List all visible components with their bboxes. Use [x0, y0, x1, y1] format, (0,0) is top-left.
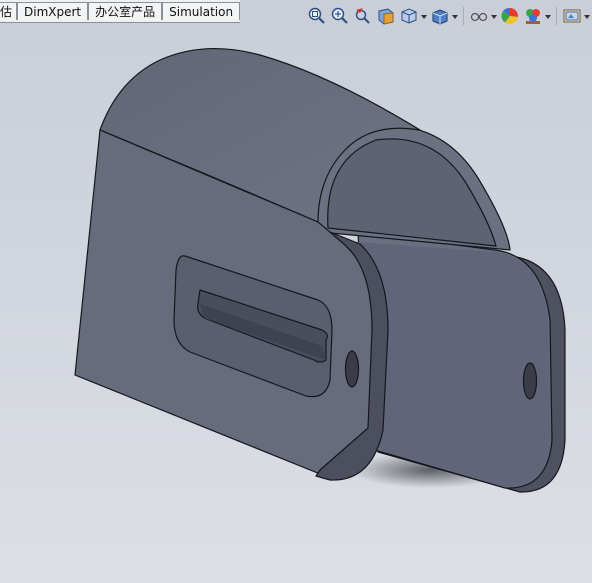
- boss-inner-face: [327, 138, 497, 247]
- apply-scene-button[interactable]: [523, 6, 551, 26]
- chevron-down-icon: [452, 15, 458, 19]
- hide-show-items-button[interactable]: [469, 6, 497, 26]
- section-view-button[interactable]: [376, 6, 396, 26]
- display-style-button[interactable]: [430, 6, 458, 26]
- chevron-down-icon: [491, 15, 497, 19]
- edit-appearance-button[interactable]: [500, 6, 520, 26]
- previous-view-icon: [355, 8, 370, 24]
- chevron-down-icon: [421, 15, 427, 19]
- part-model[interactable]: [74, 47, 566, 493]
- tab-simulation[interactable]: Simulation: [162, 2, 241, 20]
- apply-scene-icon: [526, 9, 540, 24]
- chevron-down-icon: [545, 15, 551, 19]
- zoom-to-area-button[interactable]: [330, 6, 350, 26]
- tab-dimxpert[interactable]: DimXpert: [17, 2, 89, 20]
- zoom-to-area-icon: [331, 7, 348, 24]
- heads-up-view-toolbar: [307, 4, 590, 28]
- graphics-viewport[interactable]: [0, 0, 592, 583]
- tab-evaluate[interactable]: 估: [0, 2, 18, 20]
- toolbar-separator: [463, 7, 464, 25]
- zoom-to-fit-button[interactable]: [307, 6, 327, 26]
- view-settings-button[interactable]: [562, 6, 590, 26]
- previous-view-button[interactable]: [353, 6, 373, 26]
- rear-flange-hole: [522, 362, 538, 400]
- tab-office-products[interactable]: 办公室产品: [88, 2, 163, 20]
- command-manager-tabs: 估 DimXpert 办公室产品 Simulation: [0, 0, 241, 23]
- display-style-icon: [432, 9, 448, 25]
- hide-show-items-icon: [470, 12, 488, 22]
- view-orientation-button[interactable]: [399, 6, 427, 26]
- view-orientation-icon: [401, 8, 417, 24]
- edit-appearance-icon: [501, 7, 518, 25]
- section-view-icon: [378, 8, 394, 25]
- chevron-down-icon: [584, 15, 590, 19]
- zoom-to-fit-icon: [308, 7, 325, 24]
- toolbar-separator: [556, 7, 557, 25]
- front-flange-hole: [344, 350, 360, 388]
- view-settings-icon: [563, 9, 581, 23]
